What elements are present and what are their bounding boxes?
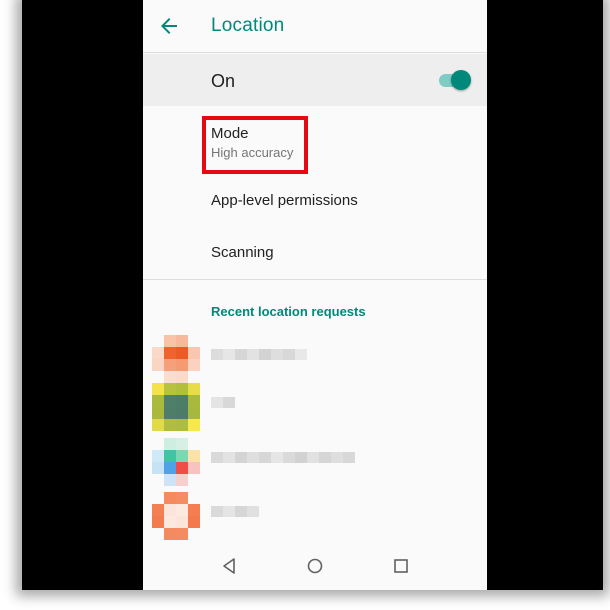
recent-requests-header: Recent location requests bbox=[211, 304, 366, 319]
app-icon bbox=[152, 438, 200, 486]
scanning-label: Scanning bbox=[211, 244, 274, 261]
screen: Location On Mode High accuracy App-level… bbox=[143, 0, 487, 590]
back-triangle-icon[interactable] bbox=[219, 555, 241, 577]
app-icon bbox=[152, 383, 200, 431]
recents-square-icon[interactable] bbox=[390, 555, 412, 577]
scanning-item[interactable]: Scanning bbox=[143, 230, 487, 278]
highlight-annotation bbox=[202, 116, 308, 174]
app-level-permissions-item[interactable]: App-level permissions bbox=[143, 178, 487, 226]
app-icon bbox=[152, 492, 200, 540]
divider bbox=[143, 279, 487, 280]
list-item[interactable] bbox=[143, 438, 487, 488]
location-toggle[interactable] bbox=[437, 70, 471, 90]
app-name-blurred bbox=[211, 452, 355, 474]
master-switch-row[interactable]: On bbox=[143, 54, 487, 106]
arrow-back-icon[interactable] bbox=[157, 14, 181, 38]
list-item[interactable] bbox=[143, 383, 487, 433]
toggle-thumb bbox=[451, 70, 471, 90]
app-bar: Location bbox=[143, 0, 487, 53]
app-level-permissions-label: App-level permissions bbox=[211, 192, 358, 209]
app-icon bbox=[152, 335, 200, 383]
home-circle-icon[interactable] bbox=[304, 555, 326, 577]
master-switch-label: On bbox=[211, 71, 236, 91]
app-name-blurred bbox=[211, 397, 235, 419]
list-item[interactable] bbox=[143, 335, 487, 385]
app-name-blurred bbox=[211, 506, 259, 528]
app-name-blurred bbox=[211, 349, 307, 371]
list-item[interactable] bbox=[143, 492, 487, 542]
mode-setting[interactable]: Mode High accuracy bbox=[143, 116, 487, 176]
navigation-bar bbox=[143, 543, 487, 590]
page-title: Location bbox=[211, 15, 285, 36]
